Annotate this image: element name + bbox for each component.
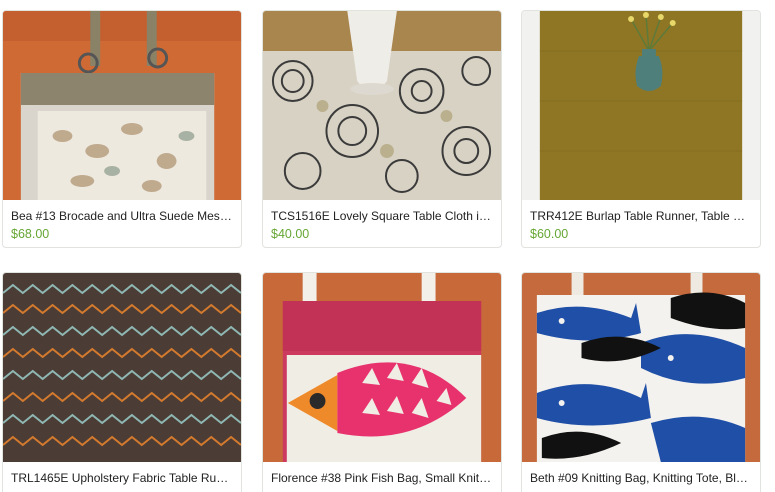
listing-price: $60.00 bbox=[530, 227, 569, 241]
listing-title[interactable]: Florence #38 Pink Fish Bag, Small Knitti… bbox=[263, 462, 501, 486]
listing-price: $68.00 bbox=[11, 227, 50, 241]
listing-grid: Bea #13 Brocade and Ultra Suede Messenge… bbox=[0, 0, 775, 492]
listing-price: $40.00 bbox=[271, 227, 310, 241]
listing-title[interactable]: Beth #09 Knitting Bag, Knitting Tote, Bl… bbox=[522, 462, 760, 486]
listing-card[interactable]: Florence #38 Pink Fish Bag, Small Knitti… bbox=[262, 272, 502, 492]
listing-card[interactable]: Beth #09 Knitting Bag, Knitting Tote, Bl… bbox=[521, 272, 761, 492]
listing-card[interactable]: TRR412E Burlap Table Runner, Table Runne… bbox=[521, 10, 761, 248]
table-cloth-image[interactable] bbox=[263, 11, 501, 200]
listing-card[interactable]: TRL1465E Upholstery Fabric Table Runner bbox=[2, 272, 242, 492]
listing-card[interactable]: TCS1516E Lovely Square Table Cloth in Gr… bbox=[262, 10, 502, 248]
listing-title[interactable]: TRR412E Burlap Table Runner, Table Runne… bbox=[522, 200, 760, 224]
listing-title[interactable]: Bea #13 Brocade and Ultra Suede Messenge… bbox=[3, 200, 241, 224]
tote-bag-brocade-image[interactable] bbox=[3, 11, 241, 200]
listing-title[interactable]: TCS1516E Lovely Square Table Cloth in Gr… bbox=[263, 200, 501, 224]
listing-card[interactable]: Bea #13 Brocade and Ultra Suede Messenge… bbox=[2, 10, 242, 248]
pink-fish-bag-image[interactable] bbox=[263, 273, 501, 462]
burlap-runner-image[interactable] bbox=[522, 11, 760, 200]
listing-title[interactable]: TRL1465E Upholstery Fabric Table Runner bbox=[3, 462, 241, 486]
striped-runner-image[interactable] bbox=[3, 273, 241, 462]
blue-fish-bag-image[interactable] bbox=[522, 273, 760, 462]
